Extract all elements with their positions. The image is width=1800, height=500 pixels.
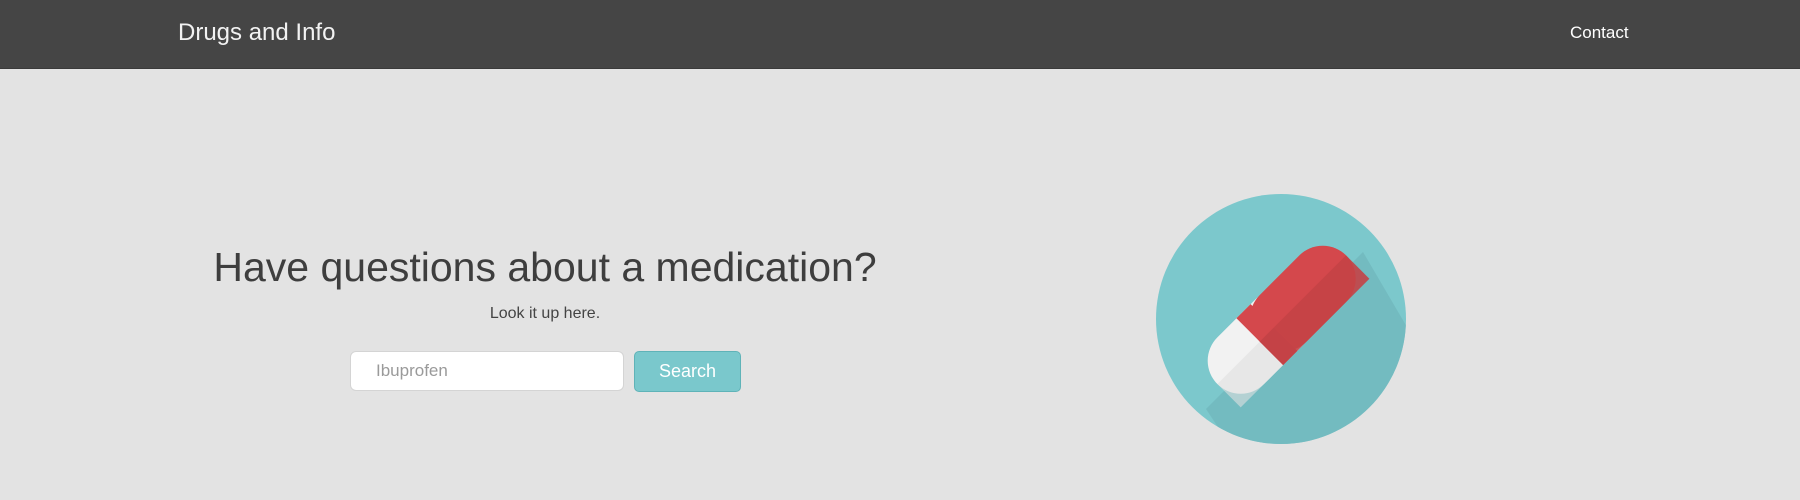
hero-section: Have questions about a medication? Look … [0,69,1800,500]
hero-subtext: Look it up here. [489,305,601,322]
hero-headline: Have questions about a medication? [213,244,877,290]
search-button[interactable]: Search [634,351,741,392]
medication-search-input[interactable] [350,351,624,391]
brand-link[interactable]: Drugs and Info [178,19,335,47]
pill-capsule-icon [1156,194,1406,444]
nav-link-contact[interactable]: Contact [1570,23,1629,43]
top-navbar: Drugs and Info Contact [0,0,1800,69]
